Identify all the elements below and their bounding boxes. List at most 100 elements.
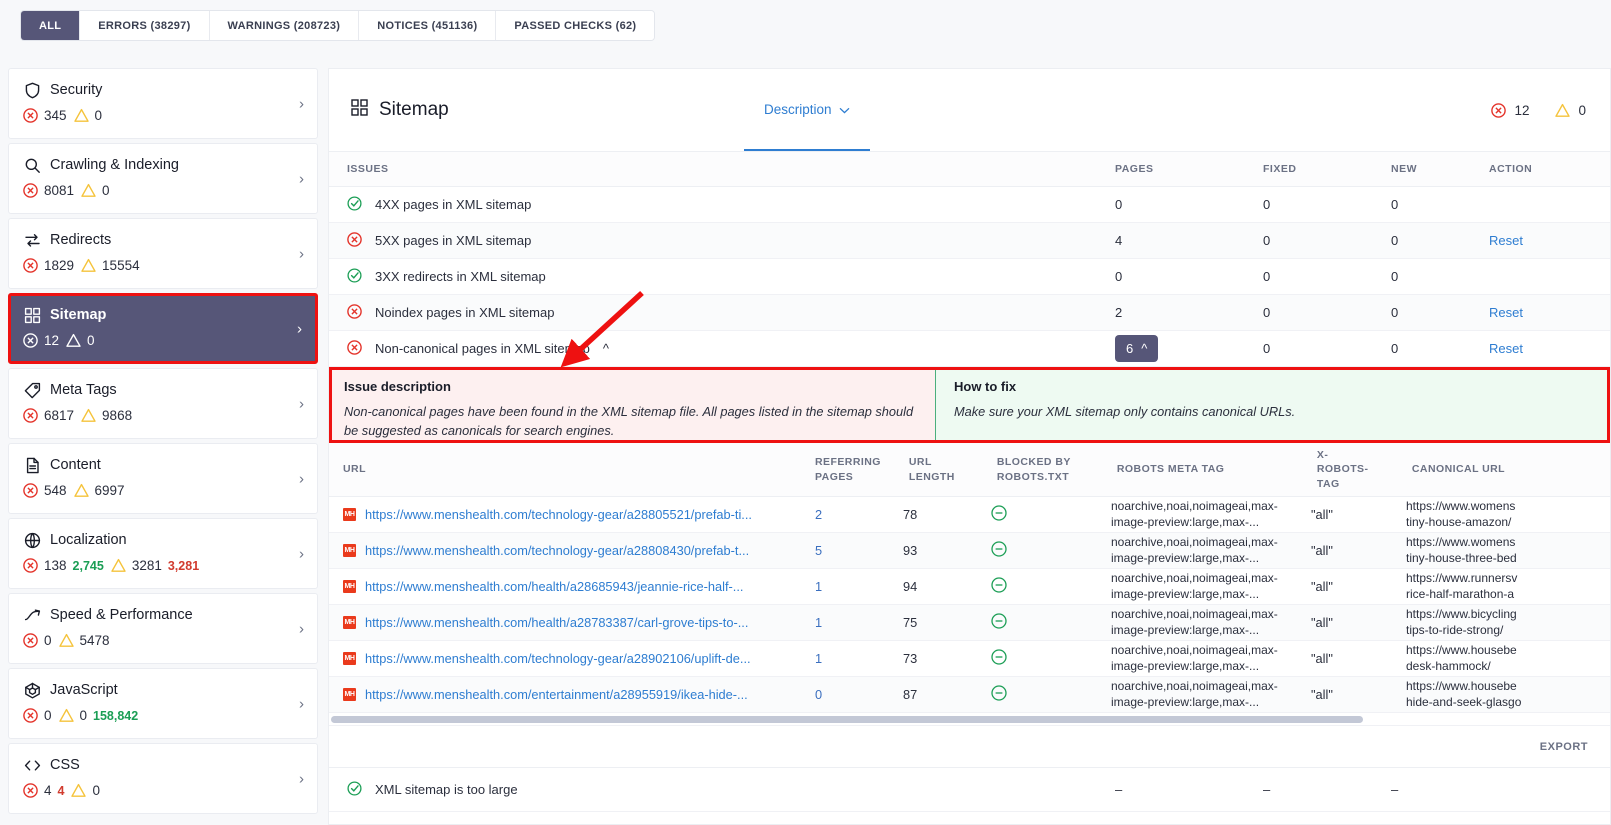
sidebar-error-count: 138 <box>44 558 67 573</box>
sidebar-item-label: Sitemap <box>50 307 107 323</box>
tab-errors[interactable]: ERRORS (38297) <box>80 11 210 40</box>
sidebar-warning-delta: 158,842 <box>93 708 139 723</box>
issue-name: 5XX pages in XML sitemap <box>375 233 532 248</box>
sidebar-warning-stat: 0 <box>66 333 95 348</box>
horizontal-scrollbar[interactable] <box>329 713 1610 726</box>
referring-pages-link[interactable]: 1 <box>815 615 822 630</box>
pages-count-badge[interactable]: 6 ^ <box>1115 335 1159 362</box>
sidebar-item-redirects[interactable]: Redirects 1829 15554 › <box>8 218 318 289</box>
sidebar-item-sitemap[interactable]: Sitemap 12 0 › <box>8 293 318 364</box>
blocked-by-robots-cell <box>977 685 1097 704</box>
url-table-row[interactable]: MH https://www.menshealth.com/technology… <box>329 641 1610 677</box>
referring-pages-link[interactable]: 0 <box>815 687 822 702</box>
sidebar-item-security[interactable]: Security 345 0 › <box>8 68 318 139</box>
error-icon <box>23 258 38 273</box>
code-brackets-icon <box>23 756 41 774</box>
referring-pages-link[interactable]: 2 <box>815 507 822 522</box>
url-link[interactable]: https://www.menshealth.com/health/a28685… <box>365 579 743 594</box>
tab-description[interactable]: Description <box>744 69 870 151</box>
tab-passed-checks[interactable]: PASSED CHECKS (62) <box>496 11 655 40</box>
issue-row[interactable]: 4XX pages in XML sitemap 0 0 0 <box>329 187 1610 223</box>
sidebar-item-meta-tags[interactable]: Meta Tags 6817 9868 › <box>8 368 318 439</box>
chevron-right-icon[interactable]: › <box>297 321 302 336</box>
sidebar-item-top: Speed & Performance <box>23 606 303 624</box>
header-error-count: 12 <box>1514 102 1530 118</box>
url-link[interactable]: https://www.menshealth.com/health/a28783… <box>365 615 748 630</box>
pages-count: 0 <box>1115 197 1123 212</box>
reset-button[interactable]: Reset <box>1489 341 1523 356</box>
url-cell: MH https://www.menshealth.com/technology… <box>343 651 787 666</box>
sidebar-item-content[interactable]: Content 548 6997 › <box>8 443 318 514</box>
chevron-right-icon[interactable]: › <box>299 696 304 711</box>
robots-meta-tag-value: noarchive,noai,noimageai,max-image-previ… <box>1111 570 1278 601</box>
chevron-right-icon[interactable]: › <box>299 471 304 486</box>
chevron-right-icon[interactable]: › <box>299 171 304 186</box>
issue-name: Non-canonical pages in XML sitemap <box>375 341 590 356</box>
blocked-none-icon <box>991 613 1007 632</box>
sidebar-item-speed-performance[interactable]: Speed & Performance 0 5478 › <box>8 593 318 664</box>
url-table-row[interactable]: MH https://www.menshealth.com/entertainm… <box>329 677 1610 713</box>
chevron-right-icon[interactable]: › <box>299 96 304 111</box>
export-button[interactable]: EXPORT <box>1540 741 1588 753</box>
chevron-right-icon[interactable]: › <box>299 396 304 411</box>
page-title-text: Sitemap <box>379 99 449 120</box>
url-link[interactable]: https://www.menshealth.com/technology-ge… <box>365 507 752 522</box>
error-icon <box>23 108 38 123</box>
canonical-url-value: https://www.womens tiny-house-amazon/ <box>1406 498 1516 529</box>
issue-new-cell: 0 <box>1391 305 1399 320</box>
reset-button[interactable]: Reset <box>1489 233 1523 248</box>
referring-pages-link[interactable]: 5 <box>815 543 822 558</box>
issue-row[interactable]: 3XX redirects in XML sitemap 0 0 0 <box>329 259 1610 295</box>
canonical-url-value: https://www.housebe hide-and-seek-glasgo <box>1406 678 1522 709</box>
sidebar-error-stat: 12 <box>23 333 59 348</box>
tab-all[interactable]: ALL <box>21 11 81 40</box>
issue-row[interactable]: Non-canonical pages in XML sitemap ^ 6 ^ … <box>329 331 1610 367</box>
referring-pages-link[interactable]: 1 <box>815 651 822 666</box>
tag-icon <box>23 381 41 399</box>
sidebar-error-stat: 0 <box>23 708 52 723</box>
issue-row[interactable]: 5XX pages in XML sitemap 4 0 0 Reset <box>329 223 1610 259</box>
robots-meta-tag-value: noarchive,noai,noimageai,max-image-previ… <box>1111 678 1278 709</box>
issues-table-footer-row: XML sitemap is too large – – – <box>329 768 1610 812</box>
issue-description-body: Non-canonical pages have been found in t… <box>344 404 914 438</box>
sidebar-item-crawling-indexing[interactable]: Crawling & Indexing 8081 0 › <box>8 143 318 214</box>
tab-notices[interactable]: NOTICES (451136) <box>359 11 497 40</box>
blocked-none-icon <box>991 505 1007 524</box>
sidebar-item-top: Security <box>23 81 303 99</box>
sidebar-warning-count: 0 <box>87 333 95 348</box>
chevron-right-icon[interactable]: › <box>299 621 304 636</box>
sidebar-item-stats: 548 6997 <box>23 483 303 498</box>
issue-pages-cell: – <box>1115 782 1123 797</box>
url-link[interactable]: https://www.menshealth.com/technology-ge… <box>365 543 749 558</box>
url-table-row[interactable]: MH https://www.menshealth.com/technology… <box>329 533 1610 569</box>
sidebar-item-javascript[interactable]: JavaScript 0 0 158,842 › <box>8 668 318 739</box>
sidebar-item-top: CSS <box>23 756 303 774</box>
scrollbar-thumb[interactable] <box>331 715 1363 723</box>
sidebar-item-label: Security <box>50 82 103 98</box>
referring-pages-link[interactable]: 1 <box>815 579 822 594</box>
chevron-right-icon[interactable]: › <box>299 546 304 561</box>
url-table-row[interactable]: MH https://www.menshealth.com/health/a28… <box>329 569 1610 605</box>
warning-icon <box>1555 103 1571 118</box>
chevron-right-icon[interactable]: › <box>299 246 304 261</box>
sidebar-error-stat: 6817 <box>23 408 74 423</box>
blocked-none-icon <box>991 577 1007 596</box>
chevron-right-icon[interactable]: › <box>299 771 304 786</box>
url-link[interactable]: https://www.menshealth.com/technology-ge… <box>365 651 751 666</box>
blocked-none-icon <box>991 649 1007 668</box>
sidebar-item-css[interactable]: CSS 44 0 › <box>8 743 318 814</box>
sidebar-item-localization[interactable]: Localization 138 2,745 3281 3,281 › <box>8 518 318 589</box>
issue-fixed-cell: 0 <box>1263 305 1271 320</box>
sidebar-error-count: 0 <box>44 708 52 723</box>
issue-row[interactable]: Noindex pages in XML sitemap 2 0 0 Reset <box>329 295 1610 331</box>
chevron-up-icon[interactable]: ^ <box>603 341 609 356</box>
url-table-row[interactable]: MH https://www.menshealth.com/technology… <box>329 497 1610 533</box>
issue-row[interactable]: XML sitemap is too large – – – <box>329 768 1610 812</box>
url-table-body: MH https://www.menshealth.com/technology… <box>329 497 1610 713</box>
warning-icon <box>81 258 96 273</box>
url-table-row[interactable]: MH https://www.menshealth.com/health/a28… <box>329 605 1610 641</box>
issue-name: Noindex pages in XML sitemap <box>375 305 555 320</box>
reset-button[interactable]: Reset <box>1489 305 1523 320</box>
url-link[interactable]: https://www.menshealth.com/entertainment… <box>365 687 748 702</box>
tab-warnings[interactable]: WARNINGS (208723) <box>209 11 360 40</box>
